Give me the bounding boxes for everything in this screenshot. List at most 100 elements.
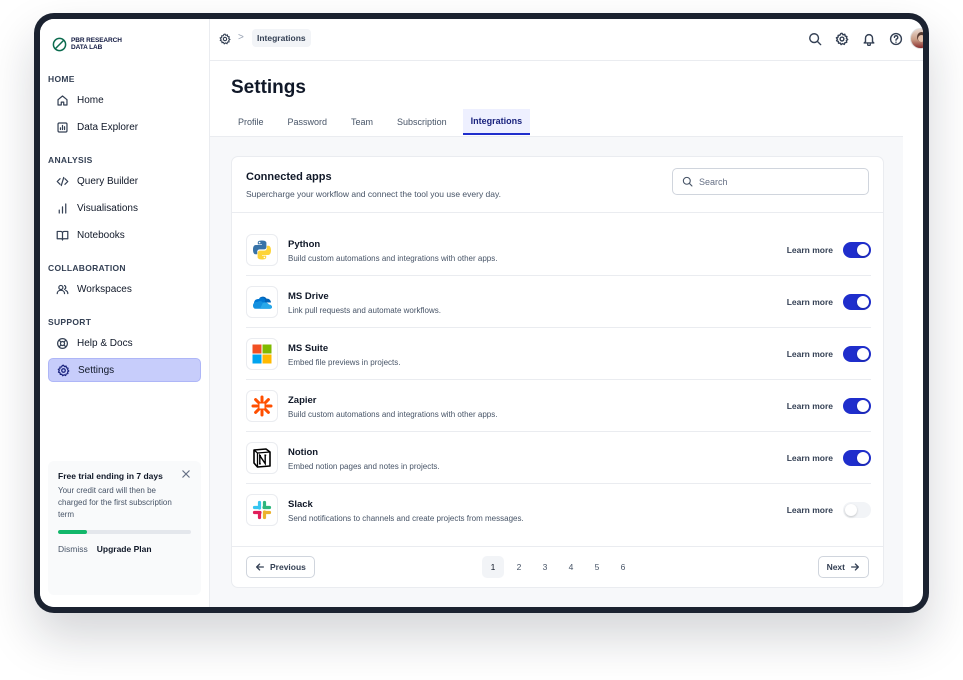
page-number[interactable]: 3 <box>534 556 556 578</box>
search-input[interactable] <box>699 176 849 187</box>
learn-more-link[interactable]: Learn more <box>787 505 833 515</box>
app-logo <box>246 494 278 526</box>
gear-icon <box>57 364 70 376</box>
arrow-left-icon <box>256 563 264 571</box>
app-row-ms-suite: MS Suite Embed file previews in projects… <box>246 328 871 380</box>
tab-team[interactable]: Team <box>343 109 381 135</box>
app-row-slack: Slack Send notifications to channels and… <box>246 484 871 536</box>
page-title: Settings <box>231 77 306 98</box>
page-numbers: 1 2 3 4 5 6 <box>482 556 634 578</box>
app-logo <box>246 390 278 422</box>
sidebar-item-label: Visualisations <box>77 202 138 214</box>
app-name: Notion <box>288 447 319 458</box>
notion-icon <box>253 448 271 468</box>
toggle-slack[interactable] <box>843 502 871 518</box>
app-description: Embed file previews in projects. <box>288 358 401 367</box>
sidebar-item-workspaces[interactable]: Workspaces <box>48 277 201 301</box>
brand-logo[interactable]: PBR RESEARCH DATA LAB <box>52 37 141 52</box>
bar-chart-icon <box>58 202 67 214</box>
section-title-home: HOME <box>48 74 75 84</box>
search-icon <box>809 33 822 46</box>
toggle-ms-suite[interactable] <box>843 346 871 362</box>
sidebar-item-label: Notebooks <box>77 229 125 241</box>
app-description: Build custom automations and integration… <box>288 254 498 263</box>
next-label: Next <box>826 562 845 572</box>
breadcrumb-current[interactable]: Integrations <box>252 29 311 47</box>
toggle-ms-drive[interactable] <box>843 294 871 310</box>
close-icon[interactable] <box>181 469 191 479</box>
sidebar-item-label: Workspaces <box>77 283 132 295</box>
page-number[interactable]: 5 <box>586 556 608 578</box>
app-row-zapier: Zapier Build custom automations and inte… <box>246 380 871 432</box>
tab-profile[interactable]: Profile <box>230 109 272 135</box>
bell-icon <box>863 33 875 47</box>
learn-more-link[interactable]: Learn more <box>787 245 833 255</box>
help-button[interactable] <box>889 32 903 46</box>
trial-title: Free trial ending in 7 days <box>58 471 163 481</box>
tab-password[interactable]: Password <box>280 109 336 135</box>
trial-progress-fill <box>58 530 88 534</box>
page-number[interactable]: 1 <box>482 556 504 578</box>
toggle-zapier[interactable] <box>843 398 871 414</box>
trial-text: Your credit card will then be charged fo… <box>58 486 172 519</box>
sidebar-item-home[interactable]: Home <box>48 88 201 112</box>
book-icon <box>56 230 69 241</box>
brand-name: PBR RESEARCH DATA LAB <box>71 37 141 51</box>
app-row-notion: Notion Embed notion pages and notes in p… <box>246 432 871 484</box>
sidebar-item-label: Data Explorer <box>77 121 139 133</box>
tab-integrations[interactable]: Integrations <box>462 109 531 135</box>
avatar[interactable] <box>910 28 923 49</box>
app-name: Slack <box>288 499 313 510</box>
settings-tabs: Profile Password Team Subscription Integ… <box>230 109 538 135</box>
ms-drive-icon <box>253 296 272 309</box>
sidebar-item-label: Home <box>77 94 104 106</box>
learn-more-link[interactable]: Learn more <box>787 401 833 411</box>
next-button[interactable]: Next <box>817 556 869 578</box>
dismiss-button[interactable]: Dismiss <box>58 544 88 554</box>
app-logo <box>246 286 278 318</box>
page-number[interactable]: 6 <box>612 556 634 578</box>
settings-breadcrumb-icon[interactable] <box>219 33 231 45</box>
settings-button[interactable] <box>835 32 849 46</box>
sidebar-item-label: Settings <box>78 364 115 376</box>
sidebar-item-label: Query Builder <box>77 175 139 187</box>
sidebar-item-help-docs[interactable]: Help & Docs <box>48 331 201 355</box>
previous-button[interactable]: Previous <box>246 556 315 578</box>
learn-more-link[interactable]: Learn more <box>787 349 833 359</box>
home-icon <box>57 94 68 106</box>
search-button[interactable] <box>808 32 822 46</box>
sidebar-item-settings[interactable]: Settings <box>48 358 201 382</box>
app-screen: PBR RESEARCH DATA LAB HOME Home Data Exp… <box>40 19 923 607</box>
connected-apps-card: Connected apps Supercharge your workflow… <box>231 156 884 588</box>
app-logo <box>246 338 278 370</box>
trial-card: Free trial ending in 7 days Your credit … <box>48 461 201 595</box>
notifications-button[interactable] <box>862 32 876 47</box>
page-number[interactable]: 4 <box>560 556 582 578</box>
section-title-collaboration: COLLABORATION <box>48 263 126 273</box>
app-description: Embed notion pages and notes in projects… <box>288 462 440 471</box>
app-name: MS Suite <box>288 343 329 354</box>
toggle-python[interactable] <box>843 242 871 258</box>
toggle-notion[interactable] <box>843 450 871 466</box>
app-description: Send notifications to channels and creat… <box>288 514 524 523</box>
learn-more-link[interactable]: Learn more <box>787 453 833 463</box>
arrow-right-icon <box>851 563 859 571</box>
app-row-ms-drive: MS Drive Link pull requests and automate… <box>246 276 871 328</box>
sidebar-item-data-explorer[interactable]: Data Explorer <box>48 115 201 139</box>
app-logo <box>246 234 278 266</box>
card-title: Connected apps <box>246 171 332 183</box>
slack-icon <box>252 500 272 520</box>
sidebar-item-visualisations[interactable]: Visualisations <box>48 196 201 220</box>
sidebar-item-notebooks[interactable]: Notebooks <box>48 223 201 247</box>
trial-progress-bar <box>58 530 191 534</box>
upgrade-plan-button[interactable]: Upgrade Plan <box>97 544 152 554</box>
card-subtitle: Supercharge your workflow and connect th… <box>246 189 501 199</box>
page-number[interactable]: 2 <box>508 556 530 578</box>
device-frame: PBR RESEARCH DATA LAB HOME Home Data Exp… <box>34 13 929 613</box>
sidebar-item-query-builder[interactable]: Query Builder <box>48 169 201 193</box>
search-icon <box>682 176 693 187</box>
tab-subscription[interactable]: Subscription <box>389 109 455 135</box>
section-title-support: SUPPORT <box>48 317 92 327</box>
search-box <box>672 168 869 195</box>
learn-more-link[interactable]: Learn more <box>787 297 833 307</box>
